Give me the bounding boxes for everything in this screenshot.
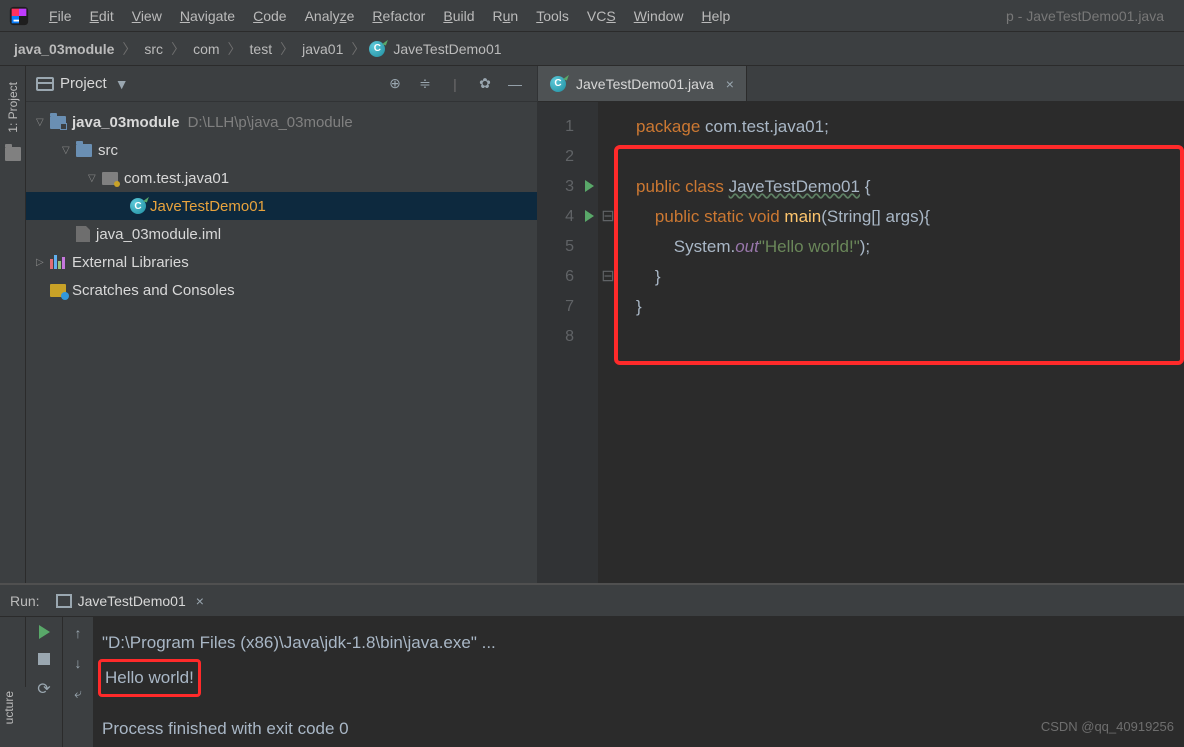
close-icon[interactable]: × [726, 76, 734, 92]
fold-column[interactable]: ⊟⊟ [598, 102, 618, 583]
run-config-name[interactable]: JaveTestDemo01 [78, 593, 186, 609]
gear-icon[interactable]: ✿ [473, 72, 497, 96]
gutter[interactable]: 1 2 3 4 5 6 7 8 [538, 102, 598, 583]
arrow-up-icon[interactable]: ↑ [75, 625, 82, 641]
crumb-test[interactable]: test [246, 41, 277, 57]
menu-vcs[interactable]: VCS [578, 8, 625, 24]
menu-window[interactable]: Window [625, 8, 693, 24]
console-output[interactable]: "D:\Program Files (x86)\Java\jdk-1.8\bin… [94, 617, 1184, 747]
menu-view[interactable]: View [123, 8, 171, 24]
editor-tab-row: C JaveTestDemo01.java × [538, 66, 1184, 102]
project-panel-header: Project ▼ ⊕ ≑ | ✿ — [26, 66, 537, 102]
run-config-icon [56, 594, 72, 608]
expand-icon[interactable]: ≑ [413, 72, 437, 96]
menu-code[interactable]: Code [244, 8, 295, 24]
tree-root[interactable]: ▽ java_03module D:\LLH\p\java_03module [26, 108, 537, 136]
menu-help[interactable]: Help [693, 8, 740, 24]
crumb-src[interactable]: src [140, 41, 167, 57]
run-gutter-icon[interactable] [585, 210, 594, 222]
run-gutter-icon[interactable] [585, 180, 594, 192]
module-file-icon [76, 226, 90, 242]
chevron-down-icon[interactable]: ▼ [115, 76, 129, 92]
tree-package[interactable]: ▽ com.test.java01 [26, 164, 537, 192]
menu-build[interactable]: Build [434, 8, 483, 24]
tab-project-vertical[interactable]: 1: Project [4, 74, 22, 141]
menu-tools[interactable]: Tools [527, 8, 578, 24]
project-panel: Project ▼ ⊕ ≑ | ✿ — ▽ java_03module D:\L… [26, 66, 538, 583]
menu-refactor[interactable]: Refactor [363, 8, 434, 24]
class-icon: C [369, 41, 385, 57]
folder-icon [5, 147, 21, 161]
left-tool-strip: 1: Project [0, 66, 26, 583]
package-icon [102, 172, 118, 185]
tree-external-libs[interactable]: ▷ External Libraries [26, 248, 537, 276]
scratches-icon [50, 284, 66, 297]
arrow-down-icon[interactable]: ↓ [75, 655, 82, 671]
watermark: CSDN @qq_40919256 [1041, 711, 1174, 743]
tree-iml[interactable]: java_03module.iml [26, 220, 537, 248]
menu-navigate[interactable]: Navigate [171, 8, 244, 24]
project-view-icon [36, 77, 54, 91]
menu-edit[interactable]: Edit [81, 8, 123, 24]
editor: C JaveTestDemo01.java × 1 2 3 4 5 6 7 8 … [538, 66, 1184, 583]
module-folder-icon [50, 116, 66, 129]
console-cmd: "D:\Program Files (x86)\Java\jdk-1.8\bin… [102, 627, 1184, 659]
class-icon: C [130, 198, 146, 214]
run-panel: Run: JaveTestDemo01 × ucture ⟳ ↑ ↓ ⤶ "D:… [0, 583, 1184, 747]
menu-run[interactable]: Run [484, 8, 528, 24]
run-panel-header: Run: JaveTestDemo01 × [0, 585, 1184, 617]
console-exit: Process finished with exit code 0 [102, 713, 1184, 745]
project-title[interactable]: Project [60, 75, 107, 92]
libraries-icon [50, 255, 66, 269]
run-label: Run: [10, 593, 40, 609]
editor-tab[interactable]: C JaveTestDemo01.java × [538, 66, 747, 101]
stop-icon[interactable] [38, 653, 50, 665]
menu-analyze[interactable]: Analyze [296, 8, 364, 24]
locate-icon[interactable]: ⊕ [383, 72, 407, 96]
collapse-icon[interactable]: — [503, 72, 527, 96]
tab-structure-vertical[interactable]: ucture [0, 687, 18, 728]
crumb-class[interactable]: JaveTestDemo01 [389, 41, 505, 57]
close-icon[interactable]: × [196, 593, 204, 609]
crumb-project[interactable]: java_03module [10, 41, 118, 57]
source-folder-icon [76, 144, 92, 157]
annotation-box-output: Hello world! [98, 659, 201, 697]
breadcrumb: java_03module 〉 src 〉 com 〉 test 〉 java0… [0, 32, 1184, 66]
crumb-java01[interactable]: java01 [298, 41, 347, 57]
tree-class[interactable]: C JaveTestDemo01 [26, 192, 537, 220]
window-title: p - JaveTestDemo01.java [1006, 8, 1176, 24]
crumb-com[interactable]: com [189, 41, 223, 57]
class-icon: C [550, 76, 566, 92]
intellij-logo-icon [8, 5, 30, 27]
project-tree: ▽ java_03module D:\LLH\p\java_03module ▽… [26, 102, 537, 310]
code-area[interactable]: package com.test.java01; public class Ja… [618, 102, 1184, 583]
soft-wrap-icon[interactable]: ⤶ [74, 685, 82, 702]
run-toolbar: ⟳ [26, 617, 62, 747]
menu-file[interactable]: File [40, 8, 81, 24]
console-nav: ↑ ↓ ⤶ [62, 617, 94, 747]
tree-scratches[interactable]: Scratches and Consoles [26, 276, 537, 304]
menu-bar: File Edit View Navigate Code Analyze Ref… [0, 0, 1184, 32]
left-strip-bottom: ucture [0, 617, 26, 747]
run-icon[interactable] [39, 625, 50, 639]
debug-rerun-icon[interactable]: ⟳ [37, 679, 50, 699]
tree-src[interactable]: ▽ src [26, 136, 537, 164]
